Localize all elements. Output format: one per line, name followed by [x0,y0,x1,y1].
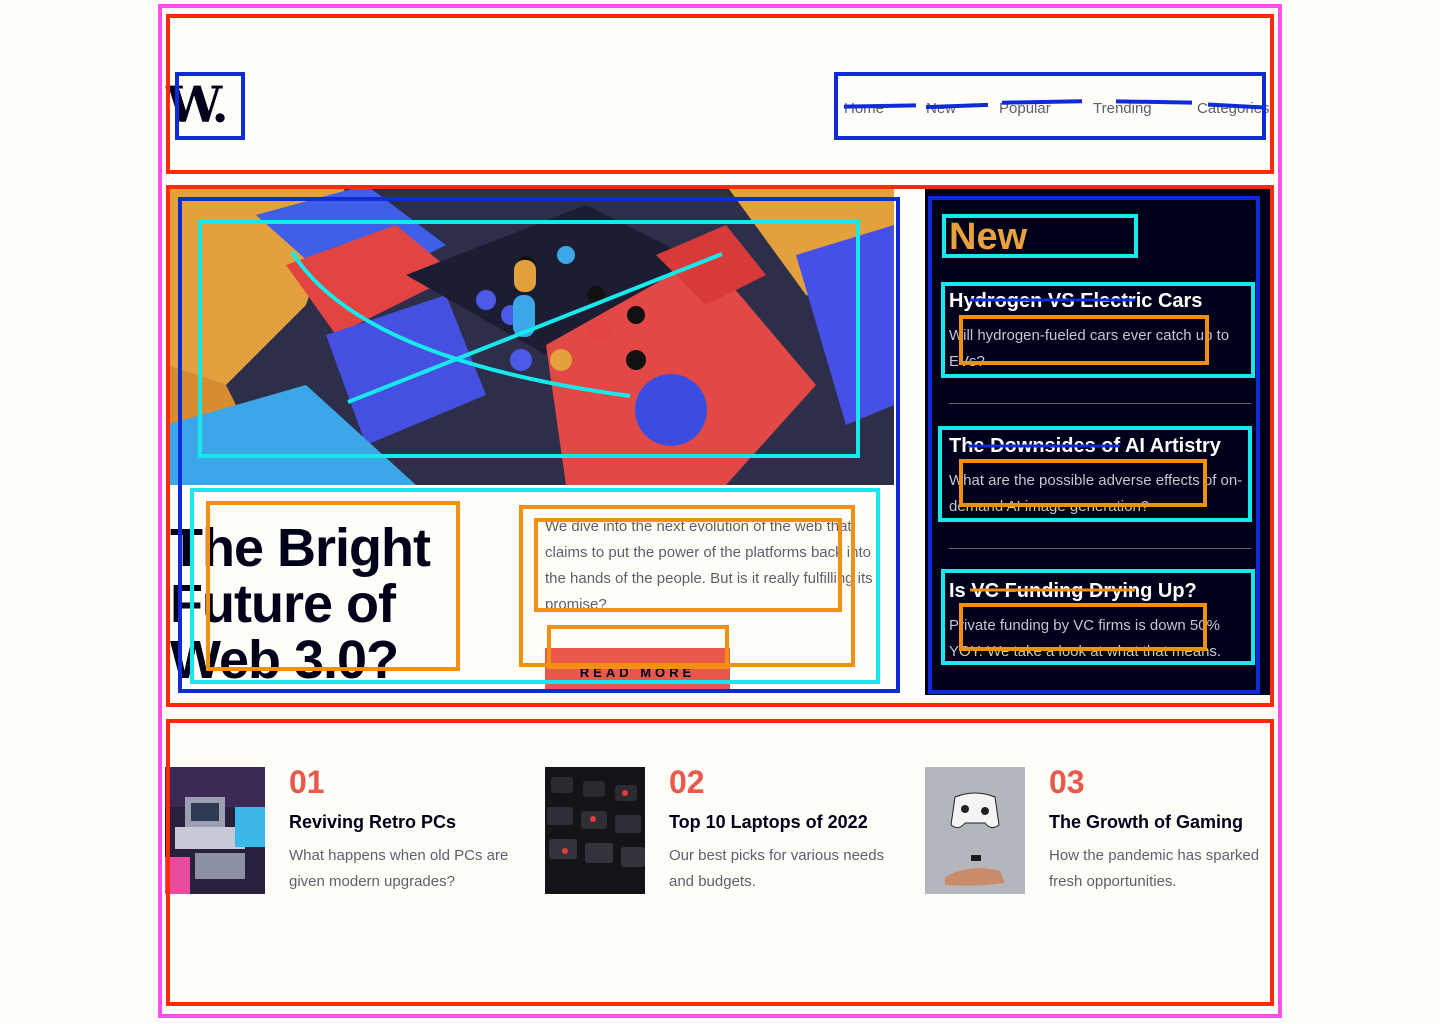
article-number: 01 [289,764,325,800]
article-number: 02 [669,764,705,800]
hero-image[interactable] [166,185,894,485]
article-title[interactable]: Reviving Retro PCs [289,812,456,833]
divider [949,403,1251,404]
nav-underline [925,102,989,110]
game-controller-image [925,767,1025,894]
hero-description: We dive into the next evolution of the w… [545,518,873,608]
sidebar-item-title[interactable]: Is VC Funding Drying Up? [949,580,1254,603]
read-more-button[interactable]: READ MORE [545,648,730,690]
article-thumbnail[interactable] [165,767,265,894]
article-title[interactable]: The Growth of Gaming [1049,812,1243,833]
article-thumbnail[interactable] [545,767,645,894]
retro-pc-image [165,767,265,894]
article-description: What happens when old PCs are given mode… [289,847,509,890]
nav-underline [843,103,917,109]
article-description: Our best picks for various needs and bud… [669,847,885,890]
hero-title[interactable]: The Bright Future of Web 3.0? [170,520,470,688]
sidebar-item-title[interactable]: Hydrogen VS Electric Cars [949,290,1254,313]
main-nav: Home New Popular Trending Categories [836,74,1270,140]
site-logo[interactable]: W. [166,80,229,130]
hero-artwork [166,185,894,485]
divider [949,548,1251,549]
sidebar-item[interactable]: Hydrogen VS Electric Cars Will hydrogen-… [949,290,1254,375]
sidebar-heading: New [949,216,1028,258]
sidebar-item-text: Private funding by VC firms is down 50% … [949,617,1222,660]
sidebar-item-text: Will hydrogen-fueled cars ever catch up … [949,327,1230,370]
sidebar-item-text: What are the possible adverse effects of… [949,472,1243,515]
article-title[interactable]: Top 10 Laptops of 2022 [669,812,868,833]
article-number: 03 [1049,764,1085,800]
sidebar-item-title[interactable]: The Downsides of AI Artistry [949,435,1254,458]
nav-underline [1001,99,1083,105]
article-description: How the pandemic has sparked fresh oppor… [1049,847,1260,890]
article-thumbnail[interactable] [925,767,1025,894]
sidebar-item[interactable]: The Downsides of AI Artistry What are th… [949,435,1254,520]
sidebar-item[interactable]: Is VC Funding Drying Up? Private funding… [949,580,1254,665]
laptop-keyboard-image [545,767,645,894]
